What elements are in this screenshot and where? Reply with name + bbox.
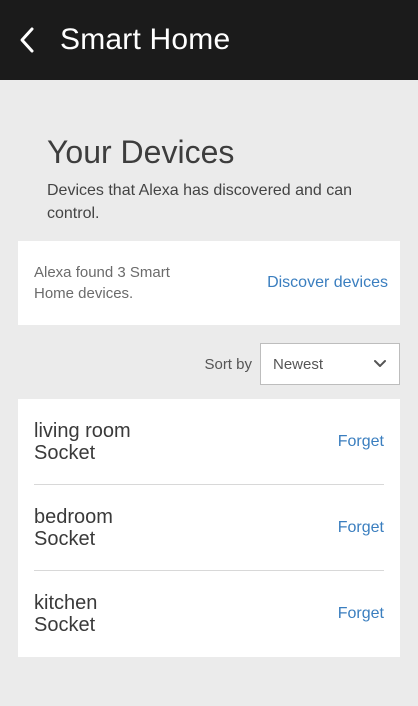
device-type: Socket bbox=[34, 527, 96, 550]
page-title: Smart Home bbox=[60, 23, 231, 56]
device-list: living room Socket Forget bedroom Socket… bbox=[18, 399, 400, 657]
discover-devices-link[interactable]: Discover devices bbox=[267, 274, 388, 292]
devices-found-text: Alexa found 3 Smart Home devices. bbox=[34, 264, 170, 302]
section-title: Your Devices bbox=[47, 134, 235, 170]
device-row: bedroom Socket Forget bbox=[34, 485, 384, 571]
device-room: living room bbox=[34, 419, 131, 442]
device-name: bedroom Socket bbox=[34, 506, 113, 550]
sort-row: Sort by Newest bbox=[18, 343, 400, 385]
device-type: Socket bbox=[34, 441, 96, 464]
device-name: living room Socket bbox=[34, 420, 131, 464]
forget-button[interactable]: Forget bbox=[338, 605, 384, 623]
sort-selected-value: Newest bbox=[273, 355, 324, 373]
app-header: Smart Home bbox=[0, 0, 418, 80]
chevron-left-icon[interactable] bbox=[18, 20, 48, 60]
sort-label: Sort by bbox=[204, 355, 252, 373]
section-description: Devices that Alexa has discovered and ca… bbox=[47, 182, 353, 222]
device-name: kitchen Socket bbox=[34, 592, 97, 636]
forget-button[interactable]: Forget bbox=[338, 519, 384, 537]
forget-button[interactable]: Forget bbox=[338, 433, 384, 451]
device-type: Socket bbox=[34, 614, 96, 636]
sort-dropdown[interactable]: Newest bbox=[260, 343, 400, 385]
discovery-card: Alexa found 3 Smart Home devices. Discov… bbox=[18, 241, 400, 325]
main-content: Your Devices Devices that Alexa has disc… bbox=[0, 134, 418, 657]
device-room: kitchen bbox=[34, 592, 98, 614]
chevron-down-icon bbox=[373, 356, 387, 373]
device-row: living room Socket Forget bbox=[34, 399, 384, 485]
device-row: kitchen Socket Forget bbox=[34, 571, 384, 657]
device-room: bedroom bbox=[34, 505, 113, 528]
